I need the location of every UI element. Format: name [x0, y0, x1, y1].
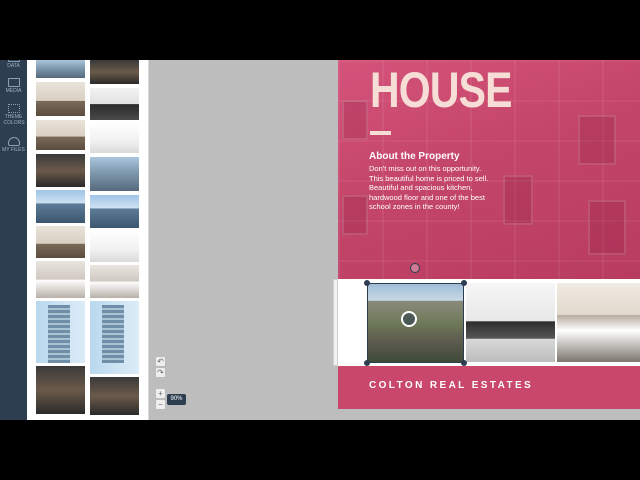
bedroom-photo[interactable]: [557, 283, 640, 362]
thumbnail-image[interactable]: [36, 366, 85, 414]
photo-strip[interactable]: [338, 279, 640, 366]
redo-icon: ↷: [157, 368, 164, 377]
plus-icon: +: [158, 389, 163, 398]
thumbnail-image[interactable]: [90, 195, 139, 228]
rotate-icon[interactable]: [410, 263, 420, 273]
rail-item-theme-colors[interactable]: THEME COLORS: [0, 104, 27, 126]
about-body-text[interactable]: Don't miss out on this opportunity. This…: [369, 164, 494, 212]
footer-company-name[interactable]: COLTON REAL ESTATES: [369, 380, 533, 392]
thumbnail-image[interactable]: [36, 190, 85, 223]
rail-item-media-label: MEDIA: [5, 88, 22, 94]
thumbnail-image[interactable]: [90, 377, 139, 415]
zoom-out-button[interactable]: −: [155, 399, 166, 410]
building-window: [342, 195, 368, 235]
undo-icon: ↶: [157, 357, 164, 366]
thumbnail-image[interactable]: [90, 88, 139, 120]
minus-icon: −: [158, 400, 163, 409]
editor-app: DATA MEDIA THEME COLORS MY FILES ↶ ↷ + −…: [0, 60, 640, 420]
thumbnail-image[interactable]: [36, 301, 85, 363]
left-rail: DATA MEDIA THEME COLORS MY FILES: [0, 60, 27, 420]
thumbnail-image[interactable]: [90, 123, 139, 153]
zoom-in-button[interactable]: +: [155, 388, 166, 399]
rail-item-my-files[interactable]: MY FILES: [0, 137, 27, 153]
video-frame: DATA MEDIA THEME COLORS MY FILES ↶ ↷ + −…: [0, 0, 640, 480]
building-window: [578, 115, 616, 165]
kitchen-photo[interactable]: [466, 283, 555, 362]
rail-item-data-label: DATA: [7, 63, 20, 69]
move-icon[interactable]: [401, 311, 417, 327]
zoom-level: 90%: [167, 394, 186, 405]
rail-item-data[interactable]: DATA: [0, 60, 27, 69]
building-window: [342, 100, 368, 140]
resize-handle-bottom-left[interactable]: [364, 360, 370, 366]
rail-item-theme-colors-label: THEME COLORS: [3, 114, 25, 126]
thumbnail-image[interactable]: [36, 120, 85, 150]
resize-handle-bottom-right[interactable]: [461, 360, 467, 366]
resize-handle-top-right[interactable]: [461, 280, 467, 286]
data-icon: [7, 60, 20, 62]
theme-colors-icon: [7, 104, 20, 113]
rail-item-media[interactable]: MEDIA: [0, 78, 27, 94]
thumbnail-image[interactable]: [36, 82, 85, 116]
rail-item-my-files-label: MY FILES: [2, 147, 25, 153]
image-thumbnails-panel[interactable]: [27, 60, 149, 420]
design-page[interactable]: HOUSE About the Property Don't miss out …: [338, 60, 640, 409]
building-window: [503, 175, 533, 225]
thumbnail-image[interactable]: [90, 265, 139, 298]
thumbnail-image[interactable]: [36, 60, 85, 78]
cloud-icon: [7, 137, 20, 146]
thumbnail-image[interactable]: [90, 60, 139, 84]
thumbnail-image[interactable]: [36, 226, 85, 258]
building-window: [588, 200, 626, 255]
redo-button[interactable]: ↷: [155, 367, 166, 378]
title-divider: [370, 131, 391, 135]
page-title[interactable]: HOUSE: [370, 62, 513, 118]
thumbnail-image[interactable]: [36, 154, 85, 187]
footer-band: COLTON REAL ESTATES: [338, 366, 640, 409]
thumbnail-image[interactable]: [90, 157, 139, 191]
thumbnail-image[interactable]: [90, 231, 139, 262]
thumbnail-image[interactable]: [90, 301, 139, 374]
thumbnail-image[interactable]: [36, 261, 85, 298]
undo-button[interactable]: ↶: [155, 356, 166, 367]
about-heading[interactable]: About the Property: [369, 151, 460, 163]
resize-handle-top-left[interactable]: [364, 280, 370, 286]
media-icon: [7, 78, 20, 87]
